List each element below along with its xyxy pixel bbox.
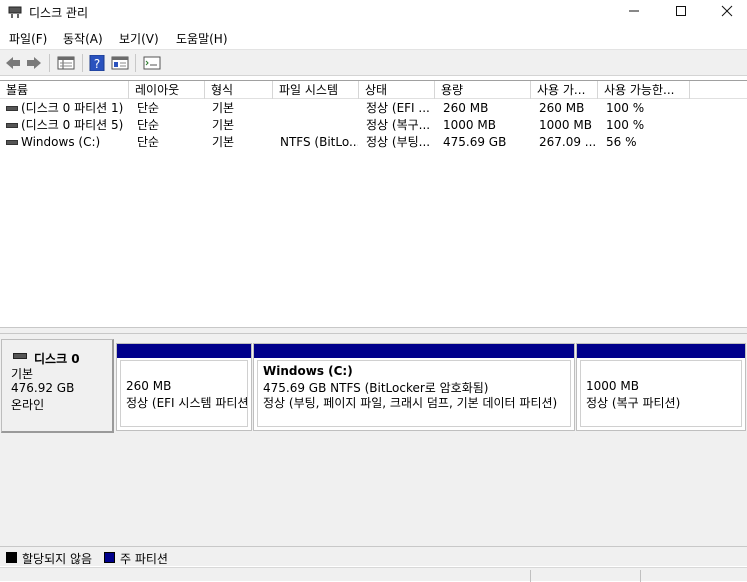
table-row[interactable]: Windows (C:) 단순 기본 NTFS (BitLo... 정상 (부팅… <box>0 134 747 151</box>
partition-color-bar <box>117 344 251 358</box>
title-bar: 디스크 관리 <box>0 0 747 26</box>
menu-bar: 파일(F) 동작(A) 보기(V) 도움말(H) <box>0 26 747 48</box>
minimize-icon <box>628 5 640 21</box>
disk-graphical-view: 디스크 0 기본 476.92 GB 온라인 260 MB 정상 (EFI 시스… <box>0 334 747 546</box>
maximize-button[interactable] <box>658 0 704 26</box>
unallocated-swatch <box>6 552 17 563</box>
console-icon[interactable] <box>143 55 161 71</box>
close-button[interactable] <box>704 0 747 26</box>
cell-free-space: 267.09 ... <box>539 135 597 149</box>
cell-status: 정상 (EFI ... <box>366 101 430 115</box>
partition-status: 정상 (부팅, 페이지 파일, 크래시 덤프, 기본 데이터 파티션) <box>263 396 558 410</box>
cell-filesystem <box>280 117 358 134</box>
column-volume[interactable]: 볼륨 <box>0 81 129 99</box>
cell-type: 기본 <box>212 118 235 132</box>
column-free-space[interactable]: 사용 가... <box>531 81 598 99</box>
cell-percent-free: 100 % <box>606 118 645 132</box>
partition-body: 260 MB 정상 (EFI 시스템 파티션) <box>120 360 248 427</box>
partition-title: Windows (C:) <box>263 364 353 378</box>
column-percent-free[interactable]: 사용 가능한... <box>598 81 690 99</box>
cell-layout: 단순 <box>137 118 160 132</box>
window-title: 디스크 관리 <box>29 6 89 20</box>
primary-partition-swatch <box>104 552 115 563</box>
column-layout[interactable]: 레이아웃 <box>129 81 205 99</box>
drive-icon <box>6 106 18 111</box>
help-icon[interactable]: ? <box>89 55 105 71</box>
partition-status: 정상 (복구 파티션) <box>586 396 681 410</box>
partition-color-bar <box>577 344 745 358</box>
menu-file[interactable]: 파일(F) <box>9 30 47 47</box>
disk-info-panel[interactable]: 디스크 0 기본 476.92 GB 온라인 <box>1 339 114 433</box>
partition-body: Windows (C:) 475.69 GB NTFS (BitLocker로 … <box>257 360 571 427</box>
table-row[interactable]: (디스크 0 파티션 1) 단순 기본 정상 (EFI ... 260 MB 2… <box>0 100 747 117</box>
toolbar-separator <box>82 54 83 72</box>
column-capacity[interactable]: 용량 <box>435 81 531 99</box>
legend-unallocated: 할당되지 않음 <box>22 552 93 566</box>
cell-free-space: 1000 MB <box>539 118 592 132</box>
disk-status: 온라인 <box>11 398 45 412</box>
partition-color-bar <box>254 344 574 358</box>
cell-percent-free: 56 % <box>606 135 637 149</box>
disk-name: 디스크 0 <box>34 352 80 366</box>
disk-icon <box>13 353 27 359</box>
partition-windows-c[interactable]: Windows (C:) 475.69 GB NTFS (BitLocker로 … <box>253 343 575 431</box>
cell-volume: (디스크 0 파티션 5) <box>21 118 124 132</box>
legend-primary: 주 파티션 <box>120 552 168 566</box>
maximize-icon <box>675 5 687 21</box>
pane-splitter[interactable] <box>0 327 747 334</box>
volume-list: 볼륨 레이아웃 형식 파일 시스템 상태 용량 사용 가... 사용 가능한..… <box>0 80 747 327</box>
cell-filesystem <box>280 100 358 117</box>
disk-management-app-icon <box>8 6 22 18</box>
cell-status: 정상 (부팅... <box>366 135 431 149</box>
toolbar-separator <box>49 54 50 72</box>
status-separator <box>640 570 641 582</box>
cell-type: 기본 <box>212 101 235 115</box>
cell-volume: Windows (C:) <box>21 135 101 149</box>
back-arrow-icon[interactable] <box>4 55 22 71</box>
partition-recovery[interactable]: 1000 MB 정상 (복구 파티션) <box>576 343 746 431</box>
cell-free-space: 260 MB <box>539 101 585 115</box>
status-bar <box>0 567 747 582</box>
column-filesystem[interactable]: 파일 시스템 <box>273 81 359 99</box>
legend: 할당되지 않음 주 파티션 <box>0 546 747 566</box>
menu-action[interactable]: 동작(A) <box>63 30 103 47</box>
disk-size: 476.92 GB <box>11 381 75 395</box>
cell-capacity: 260 MB <box>443 101 489 115</box>
cell-capacity: 1000 MB <box>443 118 496 132</box>
status-separator <box>530 570 531 582</box>
cell-filesystem: NTFS (BitLo... <box>280 135 358 149</box>
list-view-icon[interactable] <box>57 55 75 71</box>
toolbar-separator <box>135 54 136 72</box>
table-row[interactable]: (디스크 0 파티션 5) 단순 기본 정상 (복구... 1000 MB 10… <box>0 117 747 134</box>
partition-status: 정상 (EFI 시스템 파티션) <box>126 396 248 410</box>
svg-text:?: ? <box>94 57 100 71</box>
cell-status: 정상 (복구... <box>366 118 431 132</box>
drive-icon <box>6 140 18 145</box>
cell-capacity: 475.69 GB <box>443 135 507 149</box>
cell-type: 기본 <box>212 135 235 149</box>
cell-percent-free: 100 % <box>606 101 645 115</box>
menu-view[interactable]: 보기(V) <box>119 30 159 47</box>
partition-efi[interactable]: 260 MB 정상 (EFI 시스템 파티션) <box>116 343 252 431</box>
partition-size: 260 MB <box>126 379 172 393</box>
properties-icon[interactable] <box>111 55 129 71</box>
column-type[interactable]: 형식 <box>205 81 273 99</box>
drive-icon <box>6 123 18 128</box>
menu-help[interactable]: 도움말(H) <box>176 30 228 47</box>
minimize-button[interactable] <box>611 0 657 26</box>
cell-layout: 단순 <box>137 101 160 115</box>
toolbar: ? <box>0 49 747 76</box>
partition-size: 1000 MB <box>586 379 639 393</box>
close-icon <box>721 5 733 21</box>
forward-arrow-icon[interactable] <box>25 55 43 71</box>
column-status[interactable]: 상태 <box>359 81 435 99</box>
cell-volume: (디스크 0 파티션 1) <box>21 101 124 115</box>
disk-type: 기본 <box>11 367 34 381</box>
column-header: 볼륨 레이아웃 형식 파일 시스템 상태 용량 사용 가... 사용 가능한..… <box>0 81 747 99</box>
cell-layout: 단순 <box>137 135 160 149</box>
partition-body: 1000 MB 정상 (복구 파티션) <box>580 360 742 427</box>
